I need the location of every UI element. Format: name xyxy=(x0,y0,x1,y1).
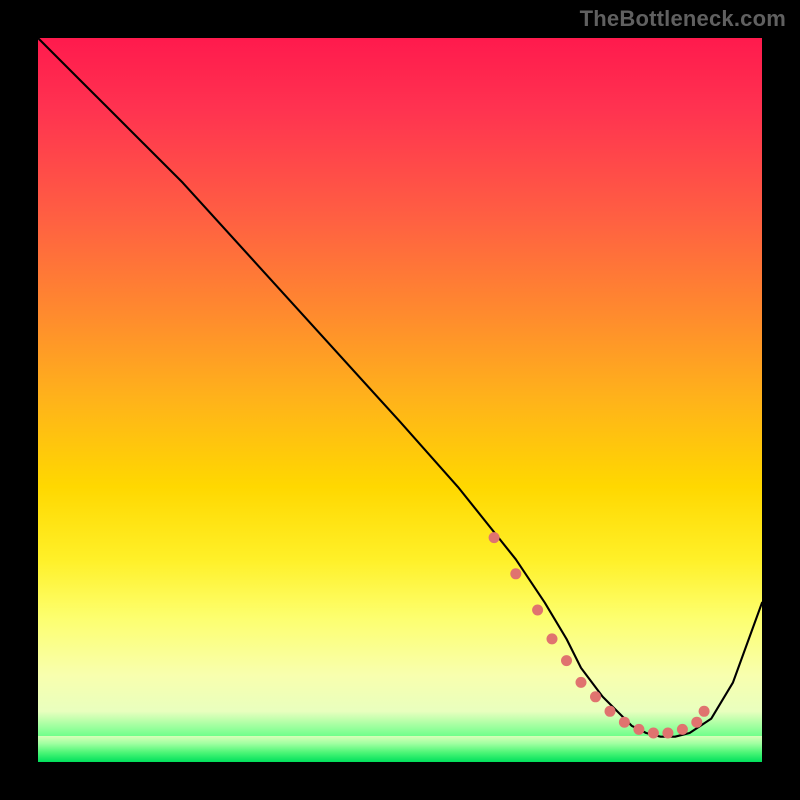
valley-dot xyxy=(677,724,688,735)
valley-dot xyxy=(691,717,702,728)
valley-dot xyxy=(561,655,572,666)
valley-dot xyxy=(547,633,558,644)
watermark-text: TheBottleneck.com xyxy=(580,6,786,32)
valley-dot xyxy=(619,717,630,728)
bottleneck-curve xyxy=(38,38,762,762)
valley-dot xyxy=(605,706,616,717)
valley-dot xyxy=(633,724,644,735)
chart-frame: TheBottleneck.com xyxy=(0,0,800,800)
plot-area xyxy=(38,38,762,762)
valley-dot xyxy=(662,728,673,739)
valley-dot xyxy=(510,568,521,579)
valley-dot xyxy=(590,691,601,702)
valley-dot xyxy=(648,728,659,739)
valley-dot xyxy=(699,706,710,717)
valley-dot xyxy=(576,677,587,688)
valley-dot xyxy=(532,605,543,616)
valley-dot xyxy=(489,532,500,543)
